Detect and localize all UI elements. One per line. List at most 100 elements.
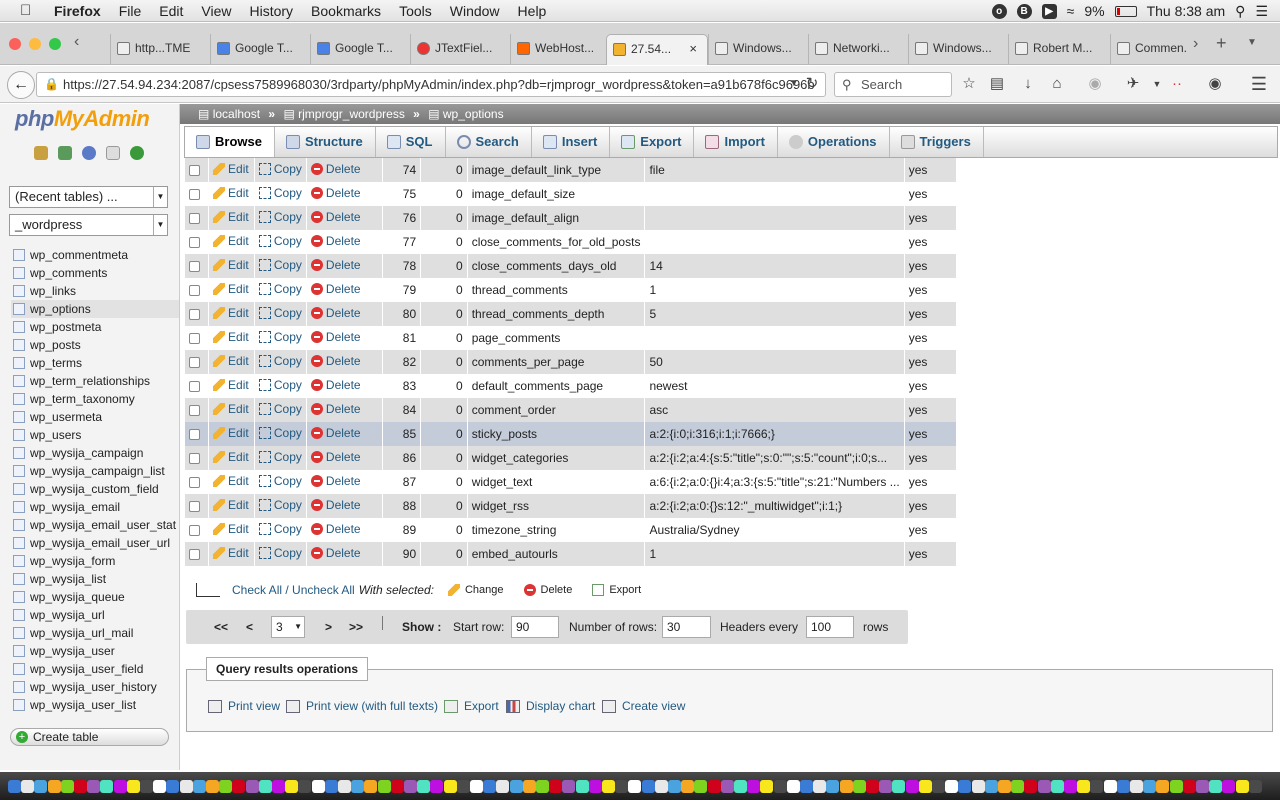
dock-app-icon[interactable] [1143,780,1157,793]
dock-app-icon[interactable] [575,780,589,793]
dock-app-icon[interactable] [298,780,312,793]
dock-app-icon[interactable] [707,780,721,793]
dock-app-icon[interactable] [852,780,866,793]
export-selected-button[interactable]: Export [592,584,641,596]
row-checkbox[interactable] [189,405,200,417]
print-view-full-link[interactable]: Print view (with full texts) [284,699,438,713]
tab-5[interactable]: WebHost... [510,34,606,65]
dock-app-icon[interactable] [245,780,259,793]
database-select[interactable]: _wordpress ▼ [9,214,168,236]
bookmark-star-icon[interactable]: ☆ [960,75,978,93]
hamburger-menu-icon[interactable]: ☰ [1250,75,1268,93]
edit-row-button[interactable]: Edit [213,402,249,416]
table-icon[interactable] [13,375,25,387]
dock-app-icon[interactable] [747,780,761,793]
dock-app-icon[interactable] [377,780,391,793]
dock-app-icon[interactable] [272,780,285,793]
menu-file[interactable]: File [119,3,142,19]
dock-app-icon[interactable] [1024,780,1038,793]
dock-app-icon[interactable] [984,780,998,793]
delete-row-button[interactable]: Delete [310,210,361,224]
menu-history[interactable]: History [249,3,293,19]
dock-app-icon[interactable] [1248,780,1262,793]
sidebar-table-item[interactable]: wp_wysija_queue [11,588,179,606]
edit-row-button[interactable]: Edit [213,210,249,224]
row-checkbox[interactable] [189,285,200,297]
sidebar-table-item[interactable]: wp_terms [11,354,179,372]
dock-app-icon[interactable] [654,780,668,793]
copy-row-button[interactable]: Copy [258,522,302,536]
edit-row-button[interactable]: Edit [213,234,249,248]
table-icon[interactable] [13,267,25,279]
apple-icon[interactable]:  [20,2,40,19]
table-icon[interactable] [13,321,25,333]
dock-app-icon[interactable] [562,780,576,793]
sidebar-table-item[interactable]: wp_posts [11,336,179,354]
dock-app-icon[interactable] [522,780,536,793]
breadcrumb-database[interactable]: rjmprogr_wordpress [298,107,405,121]
docs-icon[interactable] [106,146,120,160]
dock-app-icon[interactable] [390,780,404,793]
row-checkbox[interactable] [189,309,200,321]
edit-row-button[interactable]: Edit [213,546,249,560]
tab-browse[interactable]: Browse [185,127,275,157]
dock-app-icon[interactable] [232,780,246,793]
table-icon[interactable] [13,591,25,603]
zoom-window-icon[interactable] [49,38,61,50]
sidebar-table-item[interactable]: wp_wysija_email_user_stat [11,516,179,534]
table-icon[interactable] [13,411,25,423]
pocket-icon[interactable]: ◉ [1086,75,1104,93]
tab-structure[interactable]: Structure [275,127,376,157]
menu-bookmarks[interactable]: Bookmarks [311,3,381,19]
tab-sql[interactable]: SQL [376,127,446,157]
menu-app-name[interactable]: Firefox [54,3,101,19]
dock-app-icon[interactable] [813,780,827,793]
edit-row-button[interactable]: Edit [213,378,249,392]
delete-row-button[interactable]: Delete [310,306,361,320]
copy-row-button[interactable]: Copy [258,186,302,200]
table-icon[interactable] [13,663,25,675]
tab-import[interactable]: Import [694,127,778,157]
dock-app-icon[interactable] [1222,780,1236,793]
edit-row-button[interactable]: Edit [213,162,249,176]
menu-window[interactable]: Window [450,3,500,19]
copy-row-button[interactable]: Copy [258,162,302,176]
dock-app-icon[interactable] [905,780,919,793]
reload-nav-icon[interactable] [130,146,144,160]
dock-app-icon[interactable] [615,780,629,793]
tab-11[interactable]: Commen... [1110,34,1186,65]
dock-app-icon[interactable] [351,780,365,793]
dock-app-icon[interactable] [720,780,734,793]
dock-app-icon[interactable] [998,780,1011,793]
dock-app-icon[interactable] [21,780,35,793]
menu-help[interactable]: Help [518,3,547,19]
sidebar-table-item[interactable]: wp_wysija_campaign [11,444,179,462]
edit-row-button[interactable]: Edit [213,258,249,272]
dock-app-icon[interactable] [549,780,563,793]
table-icon[interactable] [13,285,25,297]
tab-search[interactable]: Search [446,127,532,157]
headers-every-input[interactable]: 100 [806,616,854,638]
delete-row-button[interactable]: Delete [310,522,361,536]
row-checkbox[interactable] [189,261,200,273]
reading-list-icon[interactable]: ▤ [988,75,1006,93]
dock-app-icon[interactable] [760,780,774,793]
num-rows-input[interactable]: 30 [662,616,711,638]
dock-app-icon[interactable] [588,780,602,793]
table-icon[interactable] [13,393,25,405]
reload-icon[interactable]: ↻ [803,75,821,93]
check-all-link[interactable]: Check All / Uncheck All [232,583,355,597]
create-view-link[interactable]: Create view [600,699,685,713]
table-icon[interactable] [13,555,25,567]
dock-app-icon[interactable] [496,780,510,793]
downloads-icon[interactable]: ↓ [1019,75,1037,93]
sidebar-table-item[interactable]: wp_wysija_user_history [11,678,179,696]
tab-scroll-left-icon[interactable]: ‹ [74,33,79,51]
sidebar-table-item[interactable]: wp_wysija_user [11,642,179,660]
dock-app-icon[interactable] [668,780,681,793]
status-icon[interactable]: o [991,3,1007,19]
dock-app-icon[interactable] [74,780,87,793]
dock-app-icon[interactable] [456,780,470,793]
dock-app-icon[interactable] [1196,780,1209,793]
copy-row-button[interactable]: Copy [258,450,302,464]
